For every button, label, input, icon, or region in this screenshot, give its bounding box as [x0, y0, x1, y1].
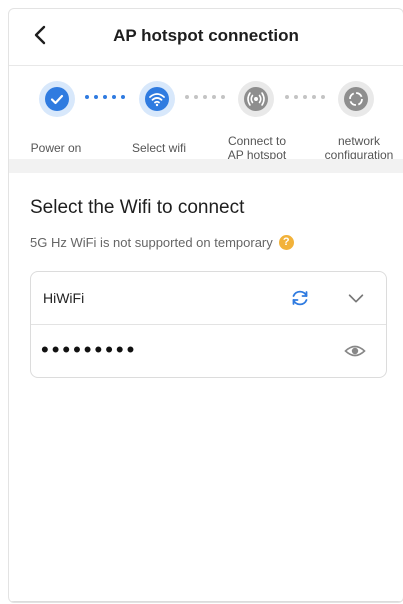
ssid-select[interactable]: HiWiFi — [43, 290, 84, 306]
step-label-select-wifi: Select wifi — [131, 141, 187, 155]
progress-steps: Power on Select wifi Connect to AP hotsp… — [9, 75, 403, 165]
page-title: AP hotspot connection — [113, 26, 299, 45]
ssid-row[interactable]: HiWiFi — [31, 272, 386, 324]
step-power-on — [39, 81, 75, 117]
hotspot-icon — [247, 92, 265, 106]
wifi-icon — [149, 93, 165, 107]
wifi-form: HiWiFi ••••••••• — [30, 271, 387, 378]
step-label-power-on: Power on — [30, 141, 82, 155]
step-connect-ap — [238, 81, 274, 117]
eye-icon[interactable] — [343, 339, 367, 363]
check-icon — [50, 94, 64, 105]
password-field[interactable]: ••••••••• — [41, 337, 137, 363]
refresh-icon[interactable] — [288, 286, 312, 310]
chevron-down-icon[interactable] — [345, 287, 367, 309]
wifi-note: 5G Hz WiFi is not supported on temporary… — [30, 235, 294, 250]
section-divider — [9, 159, 403, 173]
password-row[interactable]: ••••••••• — [31, 325, 386, 377]
step-connector — [185, 95, 225, 99]
section-title: Select the Wifi to connect — [30, 197, 245, 218]
header-divider — [9, 65, 403, 66]
note-text: 5G Hz WiFi is not supported on temporary — [30, 235, 273, 250]
step-connector — [285, 95, 325, 99]
app-frame: AP hotspot connection Power on Select wi… — [8, 8, 403, 603]
step-label-network-config: network configuration — [324, 134, 394, 162]
header: AP hotspot connection — [9, 9, 403, 65]
step-select-wifi — [139, 81, 175, 117]
bottom-edge — [9, 601, 403, 602]
question-icon[interactable]: ? — [278, 235, 294, 250]
step-label-connect-ap: Connect to AP hotspot — [227, 134, 287, 162]
step-network-config — [338, 81, 374, 117]
step-connector — [85, 95, 125, 99]
network-config-icon — [349, 92, 363, 106]
